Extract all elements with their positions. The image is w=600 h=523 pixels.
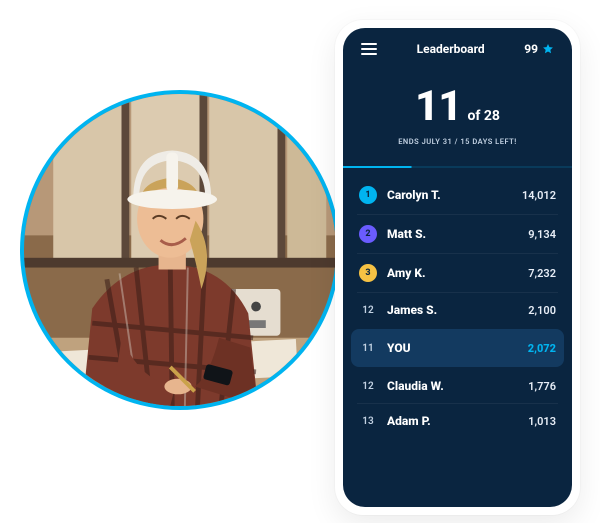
points-badge[interactable]: 99 — [524, 42, 554, 56]
player-name: Carolyn T. — [387, 188, 441, 202]
row-left: 12 Claudia W. — [359, 379, 444, 393]
leaderboard-row[interactable]: 13 Adam P. 1,013 — [357, 403, 558, 438]
rank-number: 12 — [359, 381, 377, 392]
rank-badge: 3 — [359, 264, 377, 282]
screen-title: Leaderboard — [417, 42, 485, 56]
points-value: 99 — [524, 42, 538, 56]
avatar-ring — [20, 90, 340, 410]
app-screen: Leaderboard 99 11 of 28 ENDS JULY 31 / 1… — [343, 28, 572, 507]
star-icon — [542, 43, 554, 55]
player-score: 2,072 — [528, 342, 556, 355]
avatar — [24, 94, 336, 406]
player-score: 2,100 — [528, 304, 556, 317]
progress-divider — [343, 166, 572, 168]
player-name: YOU — [387, 341, 411, 355]
menu-icon[interactable] — [361, 43, 377, 55]
row-left: 2 Matt S. — [359, 225, 426, 243]
rank-number: 11 — [359, 343, 377, 354]
player-name: Matt S. — [387, 227, 426, 241]
player-score: 9,134 — [528, 228, 556, 241]
leaderboard-list[interactable]: 1 Carolyn T. 14,012 2 Matt S. 9,134 3 Amy K. 7,2… — [343, 172, 572, 507]
player-name: Amy K. — [387, 266, 426, 280]
player-name: Claudia W. — [387, 379, 444, 393]
leaderboard-row[interactable]: 3 Amy K. 7,232 — [357, 253, 558, 292]
rank-of-label: of 28 — [467, 108, 499, 124]
player-score: 1,013 — [528, 415, 556, 428]
player-score: 14,012 — [522, 189, 556, 202]
player-name: Adam P. — [387, 414, 431, 428]
phone-frame: Leaderboard 99 11 of 28 ENDS JULY 31 / 1… — [335, 20, 580, 515]
player-name: James S. — [387, 303, 437, 317]
leaderboard-row-you[interactable]: 11 YOU 2,072 — [351, 329, 564, 367]
row-left: 13 Adam P. — [359, 414, 431, 428]
top-bar: Leaderboard 99 — [343, 28, 572, 66]
row-left: 11 YOU — [359, 341, 411, 355]
rank-number: 12 — [359, 305, 377, 316]
ends-text: ENDS JULY 31 / 15 DAYS LEFT! — [343, 137, 572, 146]
leaderboard-row[interactable]: 12 James S. 2,100 — [357, 292, 558, 327]
row-left: 1 Carolyn T. — [359, 186, 441, 204]
row-left: 12 James S. — [359, 303, 437, 317]
leaderboard-row[interactable]: 12 Claudia W. 1,776 — [357, 369, 558, 403]
player-score: 7,232 — [528, 267, 556, 280]
rank-badge: 2 — [359, 225, 377, 243]
leaderboard-row[interactable]: 1 Carolyn T. 14,012 — [357, 176, 558, 214]
your-rank: 11 — [415, 82, 461, 131]
row-left: 3 Amy K. — [359, 264, 426, 282]
player-score: 1,776 — [528, 380, 556, 393]
avatar-illustration — [24, 94, 336, 406]
leaderboard-row[interactable]: 2 Matt S. 9,134 — [357, 214, 558, 253]
rank-hero: 11 of 28 ENDS JULY 31 / 15 DAYS LEFT! — [343, 66, 572, 166]
rank-number: 13 — [359, 416, 377, 427]
rank-badge: 1 — [359, 186, 377, 204]
